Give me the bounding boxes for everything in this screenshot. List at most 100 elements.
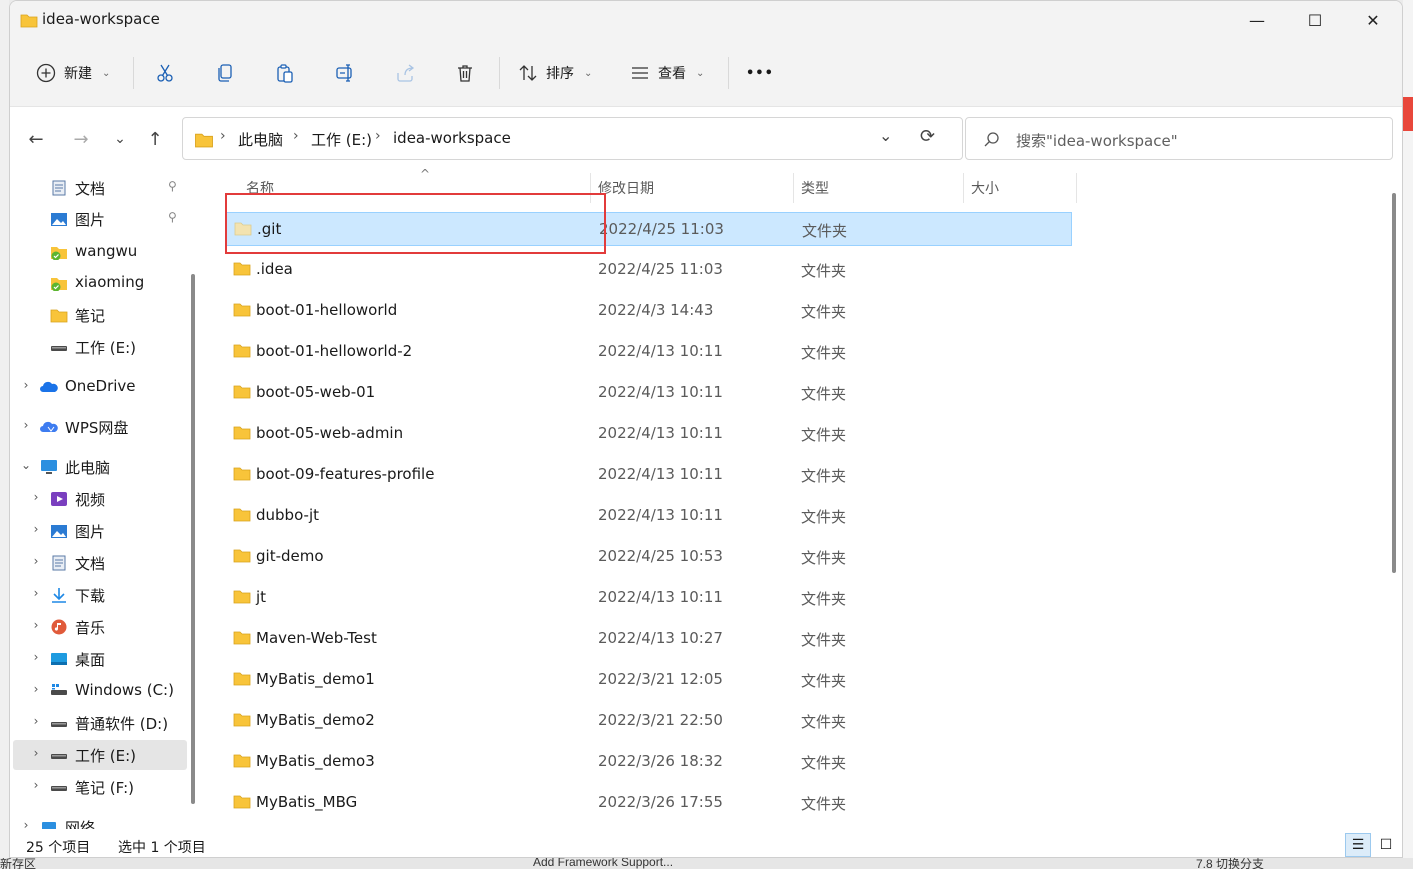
- minimize-button[interactable]: —: [1228, 1, 1286, 39]
- sidebar-item-label: WPS网盘: [65, 419, 129, 437]
- file-row[interactable]: boot-09-features-profile 2022/4/13 10:11 文…: [226, 458, 1072, 492]
- chevron-right-icon[interactable]: ›: [29, 778, 43, 792]
- recent-locations-button[interactable]: ⌄: [106, 127, 134, 151]
- sidebar-item[interactable]: › 音乐: [13, 612, 187, 642]
- sidebar-item[interactable]: › 图片: [13, 516, 187, 546]
- sidebar-item[interactable]: 图片 ⚲: [13, 204, 187, 234]
- column-header-type[interactable]: 类型: [801, 169, 829, 207]
- sidebar-item[interactable]: › 工作 (E:): [13, 740, 187, 770]
- file-row[interactable]: .git 2022/4/25 11:03 文件夹: [226, 212, 1072, 246]
- file-row[interactable]: MyBatis_demo3 2022/3/26 18:32 文件夹: [226, 745, 1072, 779]
- navigation-pane-scrollbar[interactable]: [191, 274, 195, 804]
- drive-icon: [51, 754, 67, 759]
- file-modified-date: 2022/3/21 22:50: [598, 711, 723, 729]
- chevron-right-icon[interactable]: ›: [29, 650, 43, 664]
- column-divider[interactable]: [590, 173, 591, 203]
- file-row[interactable]: jt 2022/4/13 10:11 文件夹: [226, 581, 1072, 615]
- sort-button[interactable]: 排序 ⌄: [518, 55, 592, 91]
- sidebar-item[interactable]: › 桌面: [13, 644, 187, 674]
- sidebar-item[interactable]: xiaoming: [13, 268, 187, 298]
- chevron-right-icon[interactable]: ›: [29, 618, 43, 632]
- cut-button[interactable]: [155, 55, 175, 91]
- sidebar-item[interactable]: › 普通软件 (D:): [13, 708, 187, 738]
- pin-icon: ⚲: [168, 179, 177, 193]
- file-row[interactable]: git-demo 2022/4/25 10:53 文件夹: [226, 540, 1072, 574]
- more-options-button[interactable]: •••: [746, 55, 774, 91]
- breadcrumb-idea-workspace[interactable]: idea-workspace: [393, 129, 511, 147]
- sidebar-item[interactable]: 文档 ⚲: [13, 173, 187, 203]
- file-row[interactable]: MyBatis_demo2 2022/3/21 22:50 文件夹: [226, 704, 1072, 738]
- file-row[interactable]: MyBatis_demo1 2022/3/21 12:05 文件夹: [226, 663, 1072, 697]
- column-header-size[interactable]: 大小: [971, 169, 999, 207]
- breadcrumb-drive-e[interactable]: 工作 (E:): [311, 129, 372, 150]
- chevron-right-icon[interactable]: ›: [29, 586, 43, 600]
- file-row[interactable]: boot-05-web-admin 2022/4/13 10:11 文件夹: [226, 417, 1072, 451]
- sidebar-item[interactable]: › 下载: [13, 580, 187, 610]
- file-row[interactable]: Maven-Web-Test 2022/4/13 10:27 文件夹: [226, 622, 1072, 656]
- chevron-right-icon[interactable]: ›: [29, 714, 43, 728]
- chevron-right-icon[interactable]: ›: [29, 522, 43, 536]
- sidebar-item-label: 工作 (E:): [75, 747, 137, 765]
- view-button[interactable]: 查看 ⌄: [630, 55, 704, 91]
- sidebar-item-label: 视频: [75, 491, 106, 509]
- chevron-right-icon[interactable]: ›: [19, 378, 33, 392]
- title-bar[interactable]: idea-workspace — ☐ ✕: [10, 1, 1402, 41]
- breadcrumb-this-pc[interactable]: 此电脑: [238, 129, 283, 150]
- chevron-right-icon[interactable]: ›: [29, 554, 43, 568]
- copy-button[interactable]: [215, 55, 235, 91]
- column-divider[interactable]: [1076, 173, 1077, 203]
- details-view-button[interactable]: ☰: [1345, 833, 1371, 857]
- sidebar-item[interactable]: 工作 (E:): [13, 332, 187, 362]
- file-row[interactable]: boot-01-helloworld 2022/4/3 14:43 文件夹: [226, 294, 1072, 328]
- sidebar-item[interactable]: › Windows (C:): [13, 676, 187, 706]
- back-button[interactable]: ←: [22, 127, 50, 151]
- chevron-right-icon[interactable]: ›: [29, 746, 43, 760]
- sidebar-item[interactable]: wangwu: [13, 237, 187, 267]
- rename-button[interactable]: [335, 55, 355, 91]
- chevron-right-icon[interactable]: ›: [29, 682, 43, 696]
- file-list-scrollbar[interactable]: [1392, 193, 1396, 573]
- close-button[interactable]: ✕: [1344, 1, 1402, 39]
- sidebar-item[interactable]: › 视频: [13, 484, 187, 514]
- file-type: 文件夹: [801, 713, 847, 731]
- address-history-dropdown[interactable]: ⌄: [879, 126, 892, 145]
- maximize-button[interactable]: ☐: [1286, 1, 1344, 39]
- chevron-right-icon[interactable]: ›: [19, 818, 33, 829]
- delete-button[interactable]: [455, 55, 475, 91]
- sidebar-item-label: 普通软件 (D:): [75, 715, 169, 733]
- chevron-right-icon[interactable]: ›: [29, 490, 43, 504]
- sidebar-item[interactable]: › OneDrive: [13, 372, 187, 402]
- file-modified-date: 2022/3/26 18:32: [598, 752, 723, 770]
- chevron-right-icon[interactable]: ›: [19, 418, 33, 432]
- sidebar-item[interactable]: › 笔记 (F:): [13, 772, 187, 802]
- forward-button[interactable]: →: [67, 127, 95, 151]
- file-row[interactable]: .idea 2022/4/25 11:03 文件夹: [226, 253, 1072, 287]
- new-button[interactable]: 新建 ⌄: [36, 55, 110, 91]
- refresh-button[interactable]: ⟳: [920, 126, 935, 147]
- file-row[interactable]: boot-01-helloworld-2 2022/4/13 10:11 文件夹: [226, 335, 1072, 369]
- sidebar-item[interactable]: › 网络: [13, 812, 187, 829]
- sidebar-item[interactable]: ⌄ 此电脑: [13, 452, 187, 482]
- column-divider[interactable]: [963, 173, 964, 203]
- column-header-date[interactable]: 修改日期: [598, 169, 654, 207]
- address-bar[interactable]: › 此电脑 › 工作 (E:) › idea-workspace ⌄ ⟳: [182, 117, 963, 160]
- column-divider[interactable]: [793, 173, 794, 203]
- paste-button[interactable]: [275, 55, 295, 91]
- chevron-down-icon[interactable]: ⌄: [19, 458, 33, 472]
- file-row[interactable]: dubbo-jt 2022/4/13 10:11 文件夹: [226, 499, 1072, 533]
- pin-icon: ⚲: [168, 210, 177, 224]
- sidebar-item[interactable]: › 文档: [13, 548, 187, 578]
- search-input[interactable]: 搜索"idea-workspace": [1016, 130, 1178, 151]
- background-text: Add Framework Support...: [533, 858, 674, 869]
- sidebar-item[interactable]: 笔记: [13, 300, 187, 330]
- tiles-view-button[interactable]: ☐: [1373, 833, 1399, 857]
- column-header-name[interactable]: 名称: [246, 169, 274, 207]
- search-box[interactable]: 搜索"idea-workspace": [965, 117, 1393, 160]
- share-button[interactable]: [395, 55, 415, 91]
- file-row[interactable]: MyBatis_MBG 2022/3/26 17:55 文件夹: [226, 786, 1072, 820]
- folder-icon: [233, 303, 251, 317]
- chevron-down-icon: ⌄: [584, 67, 593, 79]
- sidebar-item[interactable]: › WPS网盘: [13, 412, 187, 442]
- file-row[interactable]: boot-05-web-01 2022/4/13 10:11 文件夹: [226, 376, 1072, 410]
- up-button[interactable]: ↑: [141, 127, 169, 151]
